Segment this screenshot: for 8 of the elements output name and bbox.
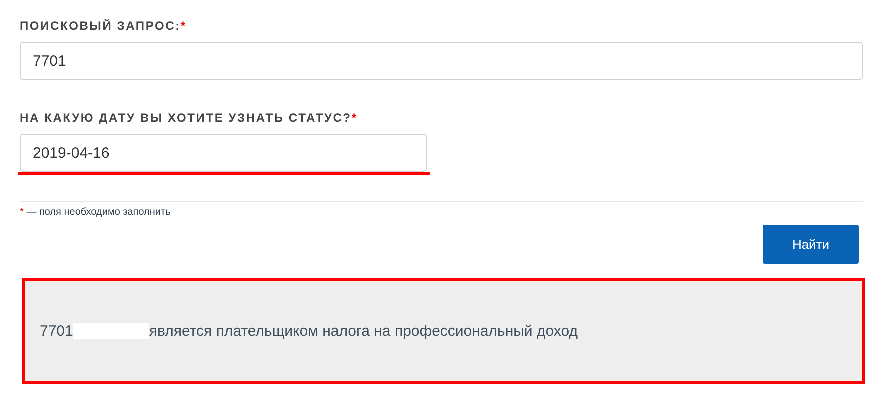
required-note: * — поля необходимо заполнить bbox=[20, 207, 172, 218]
field-label: НА КАКУЮ ДАТУ ВЫ ХОТИТЕ УЗНАТЬ СТАТУС?* bbox=[20, 111, 359, 125]
result-number: 7701 bbox=[40, 322, 74, 340]
search-field[interactable]: 7701 bbox=[20, 42, 863, 80]
result-text: является плательщиком налога на профессиональный доход bbox=[149, 322, 578, 340]
field-label: ПОИСКОВЫЙ ЗАПРОС:* bbox=[20, 19, 188, 33]
search-button[interactable]: Найти bbox=[763, 225, 859, 264]
date-field[interactable]: 2019-04-16 bbox=[20, 134, 427, 172]
